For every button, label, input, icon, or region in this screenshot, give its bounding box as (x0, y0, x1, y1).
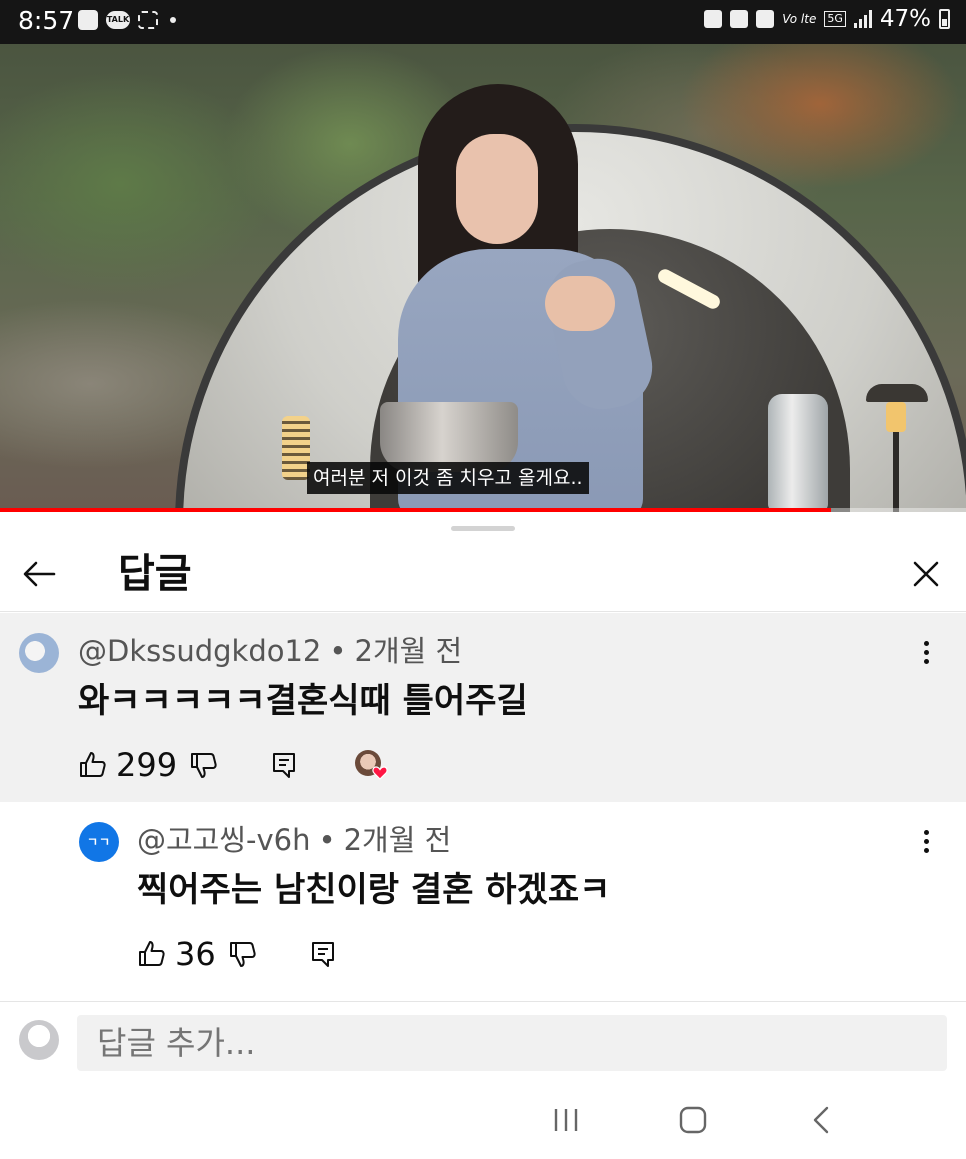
dislike-icon (191, 753, 217, 778)
sheet-title: 답글 (118, 551, 192, 597)
comment-text: 와ㅋㅋㅋㅋㅋ결혼식때 틀어주길 (78, 681, 528, 721)
video-lamp-light (886, 402, 906, 432)
notification-icons: TALK (78, 10, 176, 30)
like-count: 299 (116, 746, 178, 784)
comment-time: 2개월 전 (343, 823, 452, 857)
replies-sheet: 답글 @Dkssudgkdo12 • 2개월 전 와ㅋㅋㅋㅋㅋ결혼식때 틀어주길 2… (0, 512, 966, 1159)
alarm-icon (730, 10, 749, 28)
more-vert-icon (914, 830, 938, 853)
recents-button[interactable] (546, 1102, 586, 1138)
comment-meta: @고고씽-v6h • 2개월 전 (137, 820, 451, 860)
comment-meta: @Dkssudgkdo12 • 2개월 전 (78, 631, 462, 671)
bluetooth-icon (756, 10, 775, 28)
reply-icon (311, 942, 334, 967)
reply-button[interactable] (308, 939, 338, 969)
reply-input[interactable] (77, 1015, 947, 1071)
status-bar: 8:57 TALK Vo lte 5G 47% (0, 0, 966, 44)
comment-text: 찍어주는 남친이랑 결혼 하겠죠ㅋ (137, 870, 611, 910)
video-player[interactable]: 여러분 저 이것 좀 치우고 올게요.. (0, 44, 966, 512)
sheet-drag-handle[interactable] (451, 526, 515, 531)
more-notifications-icon (170, 17, 176, 23)
back-arrow-icon (23, 561, 56, 587)
recents-icon (554, 1109, 578, 1131)
comment-author[interactable]: @Dkssudgkdo12 (78, 634, 321, 668)
add-reply-bar (0, 1002, 966, 1082)
video-water-bottle (768, 394, 828, 512)
dislike-icon (229, 942, 256, 967)
battery-percent: 47% (879, 6, 931, 32)
creator-heart (355, 750, 388, 780)
like-icon (80, 752, 106, 777)
video-person-face (456, 134, 538, 244)
comment-author[interactable]: @고고씽-v6h (137, 823, 311, 857)
network-type-icon: 5G (824, 11, 846, 27)
comment-more-button[interactable] (914, 826, 938, 858)
heart-icon (372, 766, 388, 780)
reply-button[interactable] (269, 750, 299, 780)
system-nav-bar (0, 1080, 966, 1159)
like-button[interactable] (137, 939, 167, 969)
system-icons: Vo lte 5G 47% (704, 6, 950, 32)
video-subtitle: 여러분 저 이것 좀 치우고 올게요.. (307, 462, 589, 494)
reply-comment: ㄱㄱ @고고씽-v6h • 2개월 전 찍어주는 남친이랑 결혼 하겠죠ㅋ 36 (0, 802, 966, 1002)
meta-separator: • (329, 634, 347, 668)
back-button[interactable] (20, 556, 60, 592)
back-nav-button[interactable] (802, 1102, 842, 1138)
key-icon (704, 10, 723, 28)
close-button[interactable] (906, 554, 946, 594)
user-avatar (19, 1020, 59, 1060)
avatar[interactable] (19, 633, 59, 673)
back-nav-icon (813, 1106, 829, 1134)
meta-separator: • (318, 823, 336, 857)
close-icon (913, 561, 939, 587)
status-time: 8:57 (18, 6, 75, 35)
signal-icon (853, 10, 872, 28)
like-icon (139, 941, 165, 966)
home-button[interactable] (673, 1102, 713, 1138)
home-icon (679, 1106, 707, 1134)
comment-actions: 299 (78, 745, 388, 785)
like-button[interactable] (78, 750, 108, 780)
dislike-button[interactable] (189, 750, 219, 780)
sheet-header: 답글 (0, 536, 966, 612)
like-count: 36 (175, 935, 216, 973)
video-person-hand (545, 276, 615, 331)
reply-icon (273, 753, 296, 778)
volte-icon: Vo lte (782, 12, 817, 26)
video-lantern (282, 416, 310, 480)
comment-actions: 36 (137, 934, 338, 974)
comment-more-button[interactable] (914, 637, 938, 669)
more-vert-icon (914, 641, 938, 664)
video-lamp-head (866, 384, 928, 402)
screen-record-icon (138, 11, 158, 29)
battery-icon (939, 9, 950, 29)
comment-time: 2개월 전 (354, 634, 463, 668)
dislike-button[interactable] (228, 939, 258, 969)
kakaotalk-icon: TALK (106, 11, 130, 29)
gallery-icon (78, 10, 98, 30)
parent-comment: @Dkssudgkdo12 • 2개월 전 와ㅋㅋㅋㅋㅋ결혼식때 틀어주길 299 (0, 613, 966, 802)
avatar[interactable]: ㄱㄱ (79, 822, 119, 862)
